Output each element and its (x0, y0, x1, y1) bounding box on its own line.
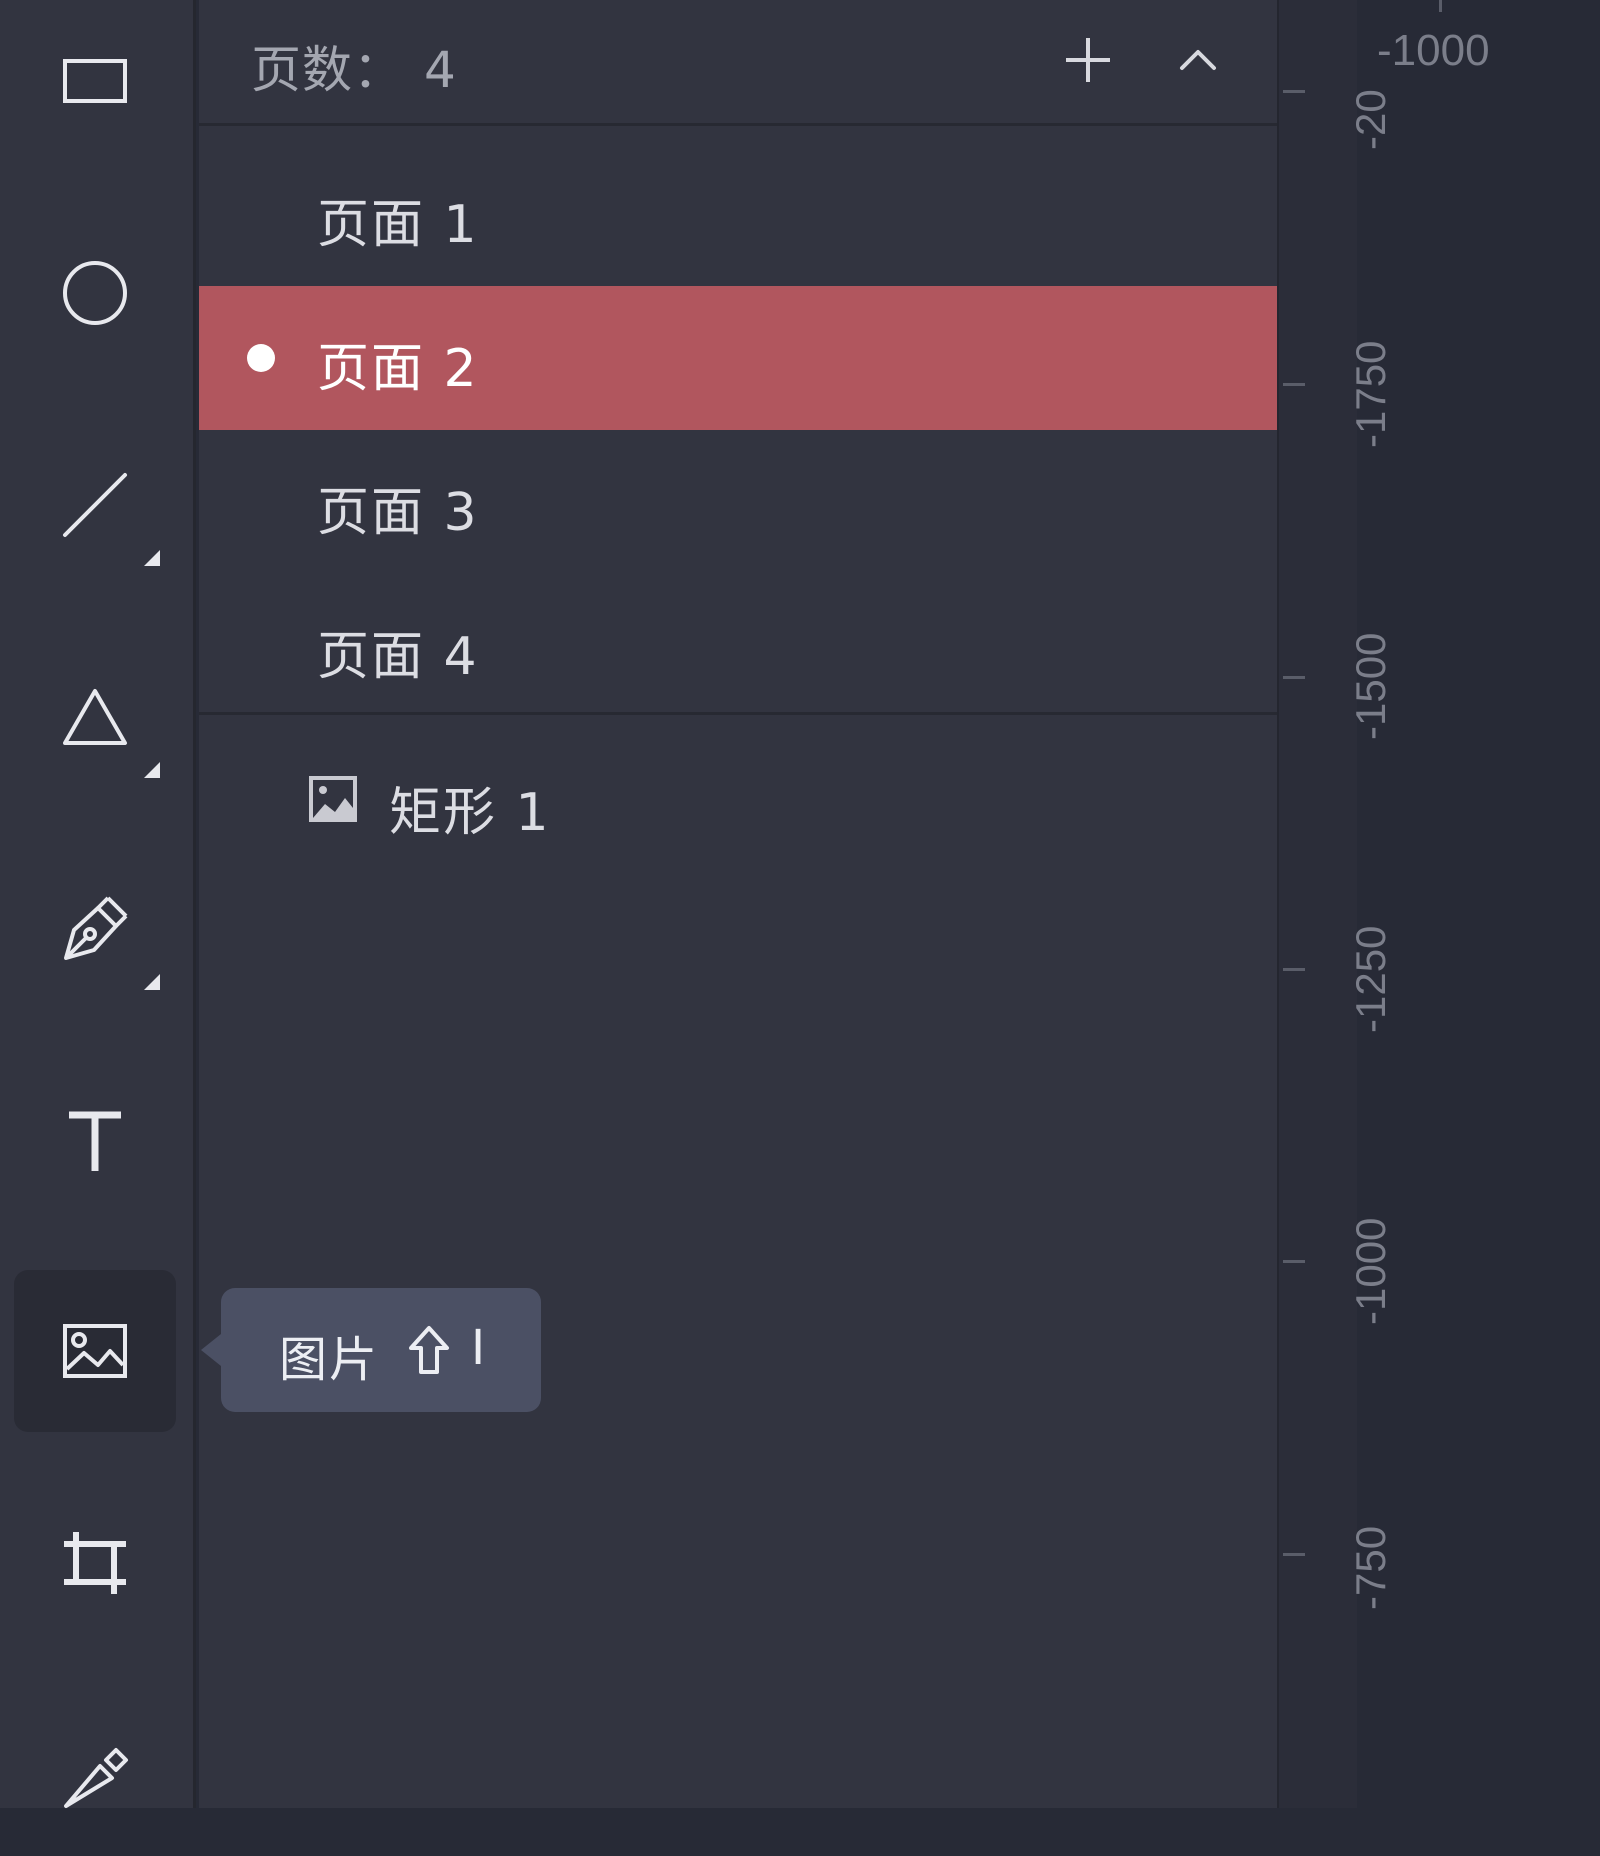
submenu-corner-icon (144, 550, 160, 566)
line-icon (63, 473, 127, 537)
ruler-tick (1439, 0, 1442, 12)
ruler-tick (1283, 968, 1305, 971)
ruler-top-label: -1000 (1377, 26, 1490, 75)
ellipse-tool[interactable] (14, 212, 176, 374)
knife-icon (64, 1748, 128, 1808)
page-list: 页面 1 页面 2 页面 3 页面 4 (199, 142, 1277, 718)
chevron-up-icon (1180, 50, 1216, 70)
crop-tool[interactable] (14, 1482, 176, 1644)
current-page-dot-icon (247, 344, 275, 372)
shift-arrow-icon (409, 1326, 449, 1374)
page-item-label: 页面 2 (317, 339, 479, 399)
ruler-tick (1283, 1553, 1305, 1556)
pen-nib-icon (64, 896, 128, 960)
page-count-value: 4 (424, 41, 457, 99)
submenu-corner-icon (144, 974, 160, 990)
page-item[interactable]: 页面 3 (199, 430, 1277, 574)
pages-panel: 页数： 4 页面 1 页面 2 页面 3 页面 4 矩形 1 (199, 0, 1277, 1808)
layer-item-label: 矩形 1 (389, 783, 551, 843)
page-item[interactable]: 页面 1 (199, 142, 1277, 286)
page-count-label: 页数： (251, 41, 404, 99)
page-item-selected[interactable]: 页面 2 (199, 286, 1277, 430)
text-icon (69, 1111, 121, 1171)
image-tool-tooltip: 图片 I (201, 1288, 541, 1412)
ruler-label: -1750 (1347, 340, 1394, 448)
tool-sidebar (0, 0, 196, 1808)
submenu-corner-icon (144, 762, 160, 778)
ruler-label: -750 (1347, 1525, 1394, 1610)
pen-tool[interactable] (14, 848, 176, 1010)
circle-icon (63, 261, 127, 325)
page-item-label: 页面 1 (317, 195, 479, 255)
ruler-tick (1283, 1260, 1305, 1263)
plus-icon (1066, 38, 1110, 82)
rectangle-icon (63, 59, 127, 103)
text-tool[interactable] (14, 1060, 176, 1222)
polygon-tool[interactable] (14, 636, 176, 798)
ruler-tick (1283, 90, 1305, 93)
add-page-button[interactable] (1056, 28, 1120, 92)
collapse-pages-button[interactable] (1166, 28, 1230, 92)
pages-panel-header: 页数： 4 (199, 0, 1277, 126)
triangle-icon (63, 689, 127, 745)
ruler-label: -1000 (1347, 1217, 1394, 1325)
crop-icon (64, 1532, 126, 1594)
ruler-tick (1283, 383, 1305, 386)
image-tool[interactable] (14, 1270, 176, 1432)
page-count: 页数： 4 (251, 30, 457, 102)
tooltip-label: 图片 (279, 1332, 380, 1388)
ruler-strip: -20 -1750 -1500 -1250 -1000 -750 (1277, 0, 1394, 1808)
image-icon (309, 776, 357, 822)
vertical-ruler: -20 -1750 -1500 -1250 -1000 -750 -1000 (1277, 0, 1600, 1808)
page-item[interactable]: 页面 4 (199, 574, 1277, 718)
panel-divider (199, 712, 1277, 715)
knife-tool[interactable] (14, 1694, 176, 1856)
ruler-tick (1283, 676, 1305, 679)
page-item-label: 页面 3 (317, 483, 479, 543)
image-icon (63, 1324, 127, 1378)
layer-item[interactable]: 矩形 1 (199, 740, 1277, 860)
line-tool[interactable] (14, 424, 176, 586)
ruler-label: -1250 (1347, 925, 1394, 1033)
ruler-label: -20 (1347, 89, 1394, 150)
tooltip-shortcut-key: I (471, 1320, 486, 1376)
rectangle-tool[interactable] (14, 0, 176, 162)
page-item-label: 页面 4 (317, 627, 479, 687)
ruler-label: -1500 (1347, 632, 1394, 740)
